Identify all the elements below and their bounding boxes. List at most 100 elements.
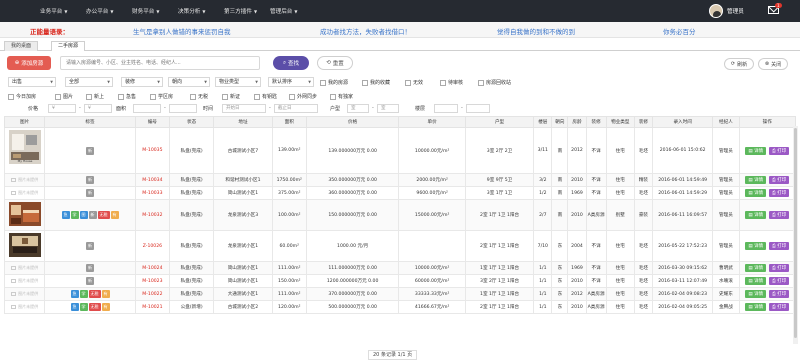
- listing-area: 60.00m²: [271, 230, 307, 262]
- search-button[interactable]: ⌕ 查找: [273, 56, 309, 70]
- detail-button[interactable]: ▤ 详情: [745, 290, 767, 298]
- property-tag: 有: [101, 303, 110, 311]
- no-tax-checkbox[interactable]: 无税: [190, 93, 208, 100]
- close-button[interactable]: ⊗ 关闭: [758, 58, 788, 70]
- reset-button[interactable]: ⟲ 重置: [317, 56, 353, 70]
- detail-button[interactable]: ▤ 详情: [745, 264, 767, 272]
- listing-property-type: 住宅: [605, 300, 635, 314]
- exclusive-checkbox[interactable]: 有独家: [330, 93, 353, 100]
- new-checkbox[interactable]: 新上: [86, 93, 104, 100]
- menu-analysis[interactable]: 决策分析 ▼: [178, 7, 224, 15]
- invalid-checkbox[interactable]: 无效: [405, 79, 423, 86]
- refresh-button[interactable]: ⟳ 刷新: [724, 58, 754, 70]
- property-tag: 有: [101, 290, 110, 298]
- user-menu[interactable]: 管理员: [709, 4, 744, 18]
- print-button[interactable]: ⎙ 打印: [769, 146, 790, 155]
- urgent-checkbox[interactable]: 急售: [118, 93, 136, 100]
- print-button[interactable]: ⎙ 打印: [769, 176, 790, 184]
- property-thumbnail[interactable]: [8, 232, 41, 260]
- table-row[interactable]: 图片未提供急学无税有 M-10021 公盘(新增) 古城测试小区2 120.00m² 50…: [3, 300, 796, 314]
- detail-label: 详情: [754, 292, 764, 297]
- orientation-select[interactable]: 朝向 ▼: [168, 77, 210, 87]
- print-button[interactable]: ⎙ 打印: [769, 189, 790, 197]
- listing-entry-time: 2016-06-01 14:59:29: [651, 186, 714, 200]
- print-button[interactable]: ⎙ 打印: [769, 290, 790, 298]
- table-row[interactable]: 图片未提供 新 M-10033 私盘(完成) 简山测试小区1 375.00m² 360.00…: [3, 186, 796, 200]
- has-key-checkbox[interactable]: 有钥匙: [254, 93, 277, 100]
- decoration-select[interactable]: 装修 ▼: [121, 77, 163, 87]
- chevron-down-icon: ▼: [110, 9, 114, 14]
- table-row[interactable]: 图片未提供 新 M-10034 私盘(完成) 和谐村测试小区1 1750.00m² 350.…: [3, 173, 796, 187]
- checkbox-label: 今日加房: [16, 94, 37, 100]
- time-start-input[interactable]: 开始日: [222, 104, 266, 113]
- area-min-input[interactable]: [133, 104, 161, 113]
- menu-admin[interactable]: 管理后台 ▼: [270, 7, 316, 15]
- web-sync-checkbox[interactable]: 外网同步: [289, 93, 317, 100]
- row-actions: ▤ 详情 ⎙ 打印: [740, 242, 795, 250]
- property-type-select[interactable]: 物业类型 ▼: [215, 77, 261, 87]
- tab-desktop[interactable]: 我的桌面: [4, 41, 39, 51]
- detail-button[interactable]: ▤ 详情: [745, 303, 767, 311]
- row-actions: ▤ 详情 ⎙ 打印: [740, 189, 795, 197]
- floor-min-input[interactable]: [434, 104, 458, 113]
- menu-business[interactable]: 业务平台 ▼: [40, 7, 86, 15]
- listing-decoration: 毛坯: [633, 230, 653, 262]
- area-max-input[interactable]: [169, 104, 197, 113]
- detail-button[interactable]: ▤ 详情: [745, 211, 767, 219]
- detail-button[interactable]: ▤ 详情: [745, 189, 767, 197]
- property-thumbnail[interactable]: [8, 201, 41, 229]
- table-row[interactable]: 图片未提供 新 M-10023 私盘(完成) 简山测试小区1 150.00m² 1200.0…: [3, 274, 796, 288]
- property-tag: 新: [86, 264, 95, 272]
- menu-office[interactable]: 办公平台 ▼: [86, 7, 132, 15]
- table-row[interactable]: My House 新 M-10035 私盘(完成) 古城测试小区7 139.00m² 139…: [3, 127, 796, 174]
- room-max-input[interactable]: 室: [377, 104, 399, 113]
- pending-review-checkbox[interactable]: 待审核: [440, 79, 463, 86]
- listing-grade: 不详: [585, 186, 607, 200]
- detail-button[interactable]: ▤ 详情: [745, 277, 767, 285]
- price-min-input[interactable]: ¥: [48, 104, 76, 113]
- sort-select[interactable]: 默认排序 ▼: [268, 77, 314, 87]
- time-end-input[interactable]: 截止日: [274, 104, 318, 113]
- recycle-bin-checkbox[interactable]: 房源回收站: [478, 79, 511, 86]
- print-button[interactable]: ⎙ 打印: [769, 277, 790, 285]
- listing-property-type: 住宅: [605, 287, 635, 301]
- add-listing-button[interactable]: ⊕ 添加房源: [7, 56, 51, 70]
- vertical-scrollbar[interactable]: [793, 126, 798, 344]
- property-tag: 学: [70, 211, 79, 219]
- listing-year: 2012: [567, 287, 587, 301]
- floor-max-input[interactable]: [466, 104, 490, 113]
- has-image-checkbox[interactable]: 图片: [55, 93, 73, 100]
- price-max-input[interactable]: ¥: [84, 104, 112, 113]
- trade-type-select[interactable]: 出售 ▼: [8, 77, 56, 87]
- today-added-checkbox[interactable]: 今日加房: [8, 93, 36, 100]
- image-icon: [11, 191, 17, 195]
- print-button[interactable]: ⎙ 打印: [769, 211, 790, 219]
- menu-plugins[interactable]: 第三方插件 ▼: [224, 7, 270, 15]
- school-district-checkbox[interactable]: 学区房: [150, 93, 173, 100]
- table-row[interactable]: 新 Z-10026 私盘(完成) 龙泉测试小区1 60.00m² 1000.00 元/月 2…: [3, 230, 796, 262]
- detail-button[interactable]: ▤ 详情: [745, 242, 767, 250]
- my-favorites-checkbox[interactable]: 我的收藏: [362, 79, 390, 86]
- scrollbar-thumb[interactable]: [794, 128, 797, 338]
- region-select[interactable]: 全部 ▼: [65, 77, 113, 87]
- print-button[interactable]: ⎙ 打印: [769, 242, 790, 250]
- table-row[interactable]: 图片未提供 新 M-10024 私盘(完成) 简山测试小区1 111.00m² 111.00…: [3, 261, 796, 275]
- listing-unit-price: 15000.00元/m²: [398, 199, 466, 231]
- property-thumbnail[interactable]: My House: [8, 129, 41, 172]
- listing-year: 2010: [567, 199, 587, 231]
- menu-finance[interactable]: 财务平台 ▼: [132, 7, 178, 15]
- table-row[interactable]: 图片未提供急学无税有 M-10022 私盘(完成) 大通测试小区1 111.00m² 37…: [3, 287, 796, 301]
- tab-second-hand[interactable]: 二手房源: [51, 41, 86, 51]
- my-listings-checkbox[interactable]: 我的房源: [320, 79, 348, 86]
- table-row[interactable]: 急学图新无税有 M-10032 私盘(完成) 龙泉测试小区3 100.00m² 150.0…: [3, 199, 796, 231]
- print-button[interactable]: ⎙ 打印: [769, 303, 790, 311]
- print-button[interactable]: ⎙ 打印: [769, 264, 790, 272]
- no-image-label: 图片未提供: [18, 291, 39, 296]
- new-certificate-checkbox[interactable]: 新证: [222, 93, 240, 100]
- menu-label: 第三方插件: [224, 9, 252, 15]
- search-input[interactable]: [60, 56, 260, 70]
- room-min-input[interactable]: 室: [347, 104, 369, 113]
- detail-button[interactable]: ▤ 详情: [745, 176, 767, 184]
- detail-button[interactable]: ▤ 详情: [745, 146, 767, 155]
- listing-floor: 1/1: [533, 274, 553, 288]
